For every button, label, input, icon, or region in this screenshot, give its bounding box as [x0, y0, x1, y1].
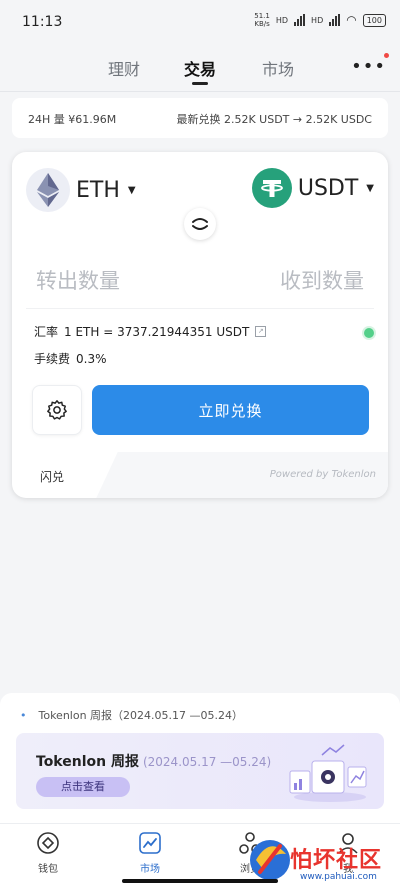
card-footer: 闪兑 Powered by Tokenlon — [12, 452, 388, 498]
swap-direction-icon[interactable] — [184, 208, 216, 240]
tether-icon — [251, 168, 292, 208]
exchange-rate: 汇率 1 ETH = 3737.21944351 USDT ↗ — [34, 323, 267, 340]
battery-icon: 100 — [362, 13, 386, 27]
tab-market[interactable]: 市场 — [262, 56, 294, 80]
fee-info: 手续费 0.3% — [34, 350, 107, 367]
top-nav: 理财 交易 市场 ••• — [0, 44, 400, 92]
settings-button[interactable] — [32, 385, 82, 435]
signal-icon — [294, 14, 306, 26]
market-ticker[interactable]: 24H 量 ¥61.96M 最新兑换 2.52K USDT → 2.52K US… — [12, 98, 388, 138]
network-speed: 51.1 KB/s — [254, 12, 270, 28]
watermark-url: www.pahuai.com — [300, 872, 377, 882]
signal-icon-2 — [329, 14, 341, 26]
notification-dot — [384, 53, 389, 58]
more-button[interactable]: ••• — [351, 56, 386, 77]
trend-chart-icon — [139, 832, 161, 854]
latest-swap: 最新兑换 2.52K USDT → 2.52K USDC — [176, 113, 372, 126]
to-amount-input[interactable]: 收到数量 — [280, 265, 364, 295]
news-title: Tokenlon 周报 (2024.05.17 —05.24) — [36, 754, 272, 770]
from-token-selector[interactable]: ETH ▼ — [26, 168, 136, 212]
status-indicator — [364, 328, 374, 338]
status-bar: 11:13 51.1 KB/s HD HD ◠ 100 — [0, 0, 400, 44]
view-button[interactable]: 点击查看 — [36, 777, 130, 797]
news-ticker[interactable]: • Tokenlon 周报（2024.05.17 —05.24） — [20, 707, 243, 723]
rate-value: 1 ETH = 3737.21944351 USDT — [64, 324, 250, 339]
wifi-icon: ◠ — [346, 13, 357, 27]
volume-24h: 24H 量 ¥61.96M — [28, 113, 117, 126]
nav-divider — [0, 91, 400, 92]
tab-trade[interactable]: 交易 — [184, 56, 216, 80]
fee-value: 0.3% — [76, 352, 107, 366]
active-tab-indicator — [192, 82, 208, 85]
status-time: 11:13 — [22, 14, 63, 30]
fee-label: 手续费 — [34, 352, 71, 366]
news-card[interactable]: Tokenlon 周报 (2024.05.17 —05.24) 点击查看 — [16, 733, 384, 809]
ethereum-icon — [26, 168, 70, 212]
bottom-tab-wallet[interactable]: 钱包 — [18, 830, 78, 875]
network-type-2: HD — [311, 15, 324, 25]
swap-card: ETH ▼ USDT ▼ 转出数量 收到数量 汇率 1 ETH = 3737.2… — [12, 152, 388, 498]
status-icons: 51.1 KB/s HD HD ◠ 100 — [254, 12, 386, 28]
swap-now-button[interactable]: 立即兑换 — [92, 385, 369, 435]
rate-label: 汇率 — [34, 325, 59, 339]
chevron-down-icon: ▼ — [366, 182, 374, 194]
to-token-symbol: USDT — [297, 175, 359, 201]
divider — [26, 308, 374, 309]
news-section: • Tokenlon 周报（2024.05.17 —05.24） Tokenlon… — [0, 693, 400, 823]
powered-by: Powered by Tokenlon — [269, 469, 376, 480]
bullet-icon: • — [20, 709, 27, 722]
swap-mode-label: 闪兑 — [40, 470, 65, 484]
bottom-tab-market[interactable]: 市场 — [120, 830, 180, 875]
report-illustration-icon — [289, 744, 367, 802]
wallet-icon — [37, 832, 59, 854]
gear-icon — [47, 400, 67, 420]
external-link-icon[interactable]: ↗ — [255, 326, 267, 337]
to-token-selector[interactable]: USDT ▼ — [251, 168, 374, 208]
from-token-symbol: ETH — [76, 177, 120, 203]
tab-finance[interactable]: 理财 — [108, 56, 140, 80]
home-indicator — [122, 879, 278, 883]
watermark-text: 怕坏社区 — [290, 848, 383, 873]
news-date: (2024.05.17 —05.24) — [142, 755, 272, 769]
network-type-1: HD — [275, 15, 289, 25]
from-amount-input[interactable]: 转出数量 — [36, 265, 120, 295]
chevron-down-icon: ▼ — [127, 184, 136, 196]
